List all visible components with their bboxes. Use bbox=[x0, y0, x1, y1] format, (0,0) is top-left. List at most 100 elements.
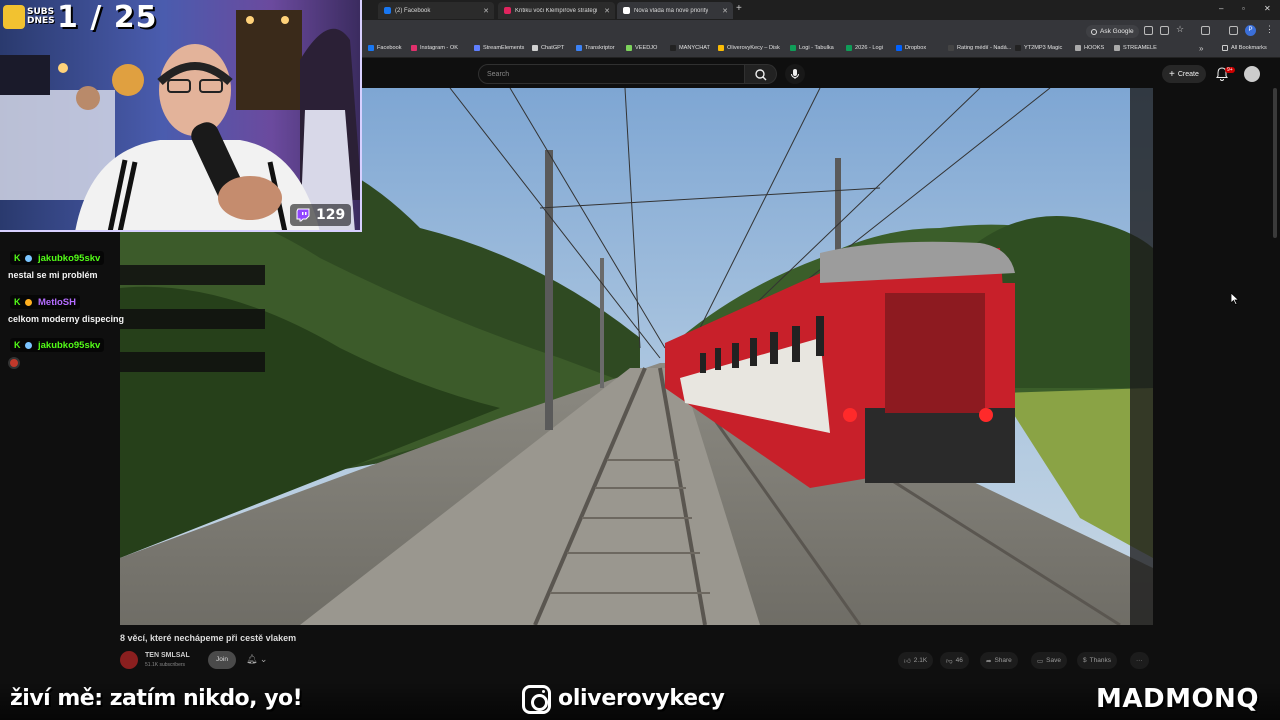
subscriber-badge-icon bbox=[25, 254, 32, 262]
bookmark-item[interactable]: Instagram - OK bbox=[411, 45, 458, 51]
share-button[interactable]: ➦ Share bbox=[980, 652, 1018, 669]
all-bookmarks-button[interactable]: All Bookmarks bbox=[1222, 45, 1267, 51]
join-button[interactable]: Join bbox=[208, 651, 236, 669]
bookmark-item[interactable]: YT2MP3 Magic bbox=[1015, 45, 1062, 51]
supporters-text: živí mě: zatím nikdo, yo! bbox=[10, 686, 303, 711]
close-window-icon[interactable]: ✕ bbox=[1264, 4, 1271, 13]
bookmark-item[interactable]: STREAMELE bbox=[1114, 45, 1157, 51]
ask-google-button[interactable]: Ask Google bbox=[1086, 25, 1139, 38]
bookmark-favicon-icon bbox=[1075, 45, 1081, 51]
bookmarks-overflow-icon[interactable]: » bbox=[1199, 44, 1203, 53]
more-actions-button[interactable]: ··· bbox=[1130, 652, 1149, 669]
tab-label: (2) Facebook bbox=[395, 7, 431, 14]
bookmark-item[interactable]: HOOKS bbox=[1075, 45, 1104, 51]
subscription-bell-icon[interactable]: 🔔︎ ⌄ bbox=[246, 654, 267, 665]
bookmark-label: YT2MP3 Magic bbox=[1024, 45, 1063, 51]
page-scrollbar[interactable] bbox=[1273, 88, 1277, 238]
bookmark-item[interactable]: StreamElements bbox=[474, 45, 524, 51]
save-button[interactable]: ▭ Save bbox=[1031, 652, 1067, 669]
folder-icon bbox=[1222, 45, 1228, 51]
voice-search-button[interactable] bbox=[785, 64, 805, 84]
chat-username: K jakubko95skv bbox=[10, 338, 105, 352]
create-button[interactable]: + Create bbox=[1162, 65, 1206, 83]
extensions-icon[interactable] bbox=[1201, 26, 1210, 35]
close-tab-icon[interactable]: ✕ bbox=[722, 7, 728, 15]
dislike-count: 46 bbox=[955, 657, 963, 664]
maximize-icon[interactable]: ▫ bbox=[1242, 4, 1245, 13]
search-button[interactable] bbox=[745, 64, 777, 84]
bookmark-item[interactable]: 2026 - Logi bbox=[846, 45, 883, 51]
mouse-cursor-icon bbox=[1231, 293, 1239, 305]
thumbs-down-icon: 👎︎ bbox=[946, 657, 953, 665]
youtube-account-avatar[interactable] bbox=[1244, 66, 1260, 82]
video-title: 8 věcí, které nechápeme při cestě vlakem bbox=[120, 633, 297, 643]
bookmark-star-icon[interactable]: ☆ bbox=[1176, 24, 1184, 35]
bookmark-item[interactable]: Transkriptor bbox=[576, 45, 615, 51]
browser-profile-avatar[interactable]: P bbox=[1245, 25, 1256, 36]
bookmark-favicon-icon bbox=[896, 45, 902, 51]
tab-nova-vlada[interactable]: Nová vláda má nové priority ✕ bbox=[617, 2, 733, 19]
bookmark-label: 2026 - Logi bbox=[855, 45, 883, 51]
channel-subscribers: 51.1K subscribers bbox=[145, 662, 186, 668]
bookmark-label: HOOKS bbox=[1084, 45, 1105, 51]
like-button[interactable]: 👍︎ 2.1K bbox=[898, 652, 934, 669]
close-tab-icon[interactable]: ✕ bbox=[483, 7, 489, 15]
tab-label: Nová vláda má nové priority bbox=[634, 7, 709, 14]
search-icon bbox=[755, 69, 767, 81]
bookmark-label: Instagram - OK bbox=[420, 45, 458, 51]
twitch-icon bbox=[296, 208, 310, 222]
microphone-icon bbox=[791, 69, 799, 79]
chat-username-label: MetloSH bbox=[38, 296, 76, 308]
thanks-button[interactable]: $ Thanks bbox=[1077, 652, 1117, 669]
tab-facebook[interactable]: (2) Facebook ✕ bbox=[378, 2, 494, 19]
chat-message: nestal se mi problém bbox=[0, 265, 265, 285]
google-lens-icon bbox=[1091, 28, 1097, 35]
bookmark-item[interactable]: OliverovyKecy – Disk bbox=[718, 45, 780, 51]
bookmark-label: Dropbox bbox=[905, 45, 927, 51]
translate-icon[interactable] bbox=[1144, 26, 1153, 35]
tab-label: Kritiku voči Klempířové stratégii bbox=[515, 7, 597, 14]
channel-name[interactable]: TEN SMLSAL bbox=[145, 652, 190, 659]
facebook-favicon-icon bbox=[384, 7, 391, 14]
chat-username: K MetloSH bbox=[10, 295, 80, 309]
search-input[interactable]: Search bbox=[478, 64, 745, 84]
minimize-icon[interactable]: – bbox=[1219, 4, 1223, 13]
browser-menu-icon[interactable]: ⋮ bbox=[1265, 24, 1274, 35]
thumbs-up-icon: 👍︎ bbox=[904, 657, 911, 665]
instagram-handle: oliverovykecy bbox=[558, 686, 725, 711]
tab-kritiku[interactable]: Kritiku voči Klempířové stratégii ✕ bbox=[498, 2, 615, 19]
bookmark-item[interactable]: Dropbox bbox=[896, 45, 926, 51]
kick-badge-icon: K bbox=[14, 252, 21, 263]
bookmark-label: Rating médií - Nadá... bbox=[957, 45, 1012, 51]
bookmark-favicon-icon bbox=[948, 45, 954, 51]
bookmark-item[interactable]: Facebook bbox=[368, 45, 402, 51]
chat-username-label: jakubko95skv bbox=[38, 339, 101, 351]
subscriber-badge-icon bbox=[25, 298, 32, 306]
bookmark-favicon-icon bbox=[1015, 45, 1021, 51]
bookmark-item[interactable]: MANYCHAT bbox=[670, 45, 710, 51]
bookmark-favicon-icon bbox=[718, 45, 724, 51]
thanks-label: Thanks bbox=[1089, 657, 1111, 664]
bookmark-item[interactable]: ChatGPT bbox=[532, 45, 564, 51]
channel-avatar[interactable] bbox=[120, 651, 138, 669]
kick-badge-icon: K bbox=[14, 296, 21, 307]
bookmark-label: MANYCHAT bbox=[679, 45, 710, 51]
bookmark-item[interactable]: VEEDJO bbox=[626, 45, 657, 51]
sponsor-brand: MADMONQ bbox=[1096, 684, 1259, 714]
dislike-button[interactable]: 👎︎ 46 bbox=[940, 652, 969, 669]
close-tab-icon[interactable]: ✕ bbox=[604, 7, 610, 15]
new-tab-button[interactable]: + bbox=[736, 3, 742, 14]
like-count: 2.1K bbox=[913, 657, 928, 664]
bookmark-favicon-icon bbox=[532, 45, 538, 51]
chat-message: celkom moderny dispecing bbox=[0, 309, 265, 329]
bookmark-item[interactable]: Rating médií - Nadá... bbox=[948, 45, 1011, 51]
viewer-count-widget: 129 bbox=[290, 204, 352, 226]
cast-icon[interactable] bbox=[1160, 26, 1169, 35]
save-label: Save bbox=[1046, 657, 1061, 664]
sidebar-icon[interactable] bbox=[1229, 26, 1238, 35]
webcam-overlay bbox=[0, 0, 362, 232]
bookmark-item[interactable]: Logi - Tabulka bbox=[790, 45, 834, 51]
plus-icon: + bbox=[1169, 68, 1175, 80]
bookmark-label: Facebook bbox=[377, 45, 402, 51]
chat-message-emote bbox=[0, 352, 265, 372]
